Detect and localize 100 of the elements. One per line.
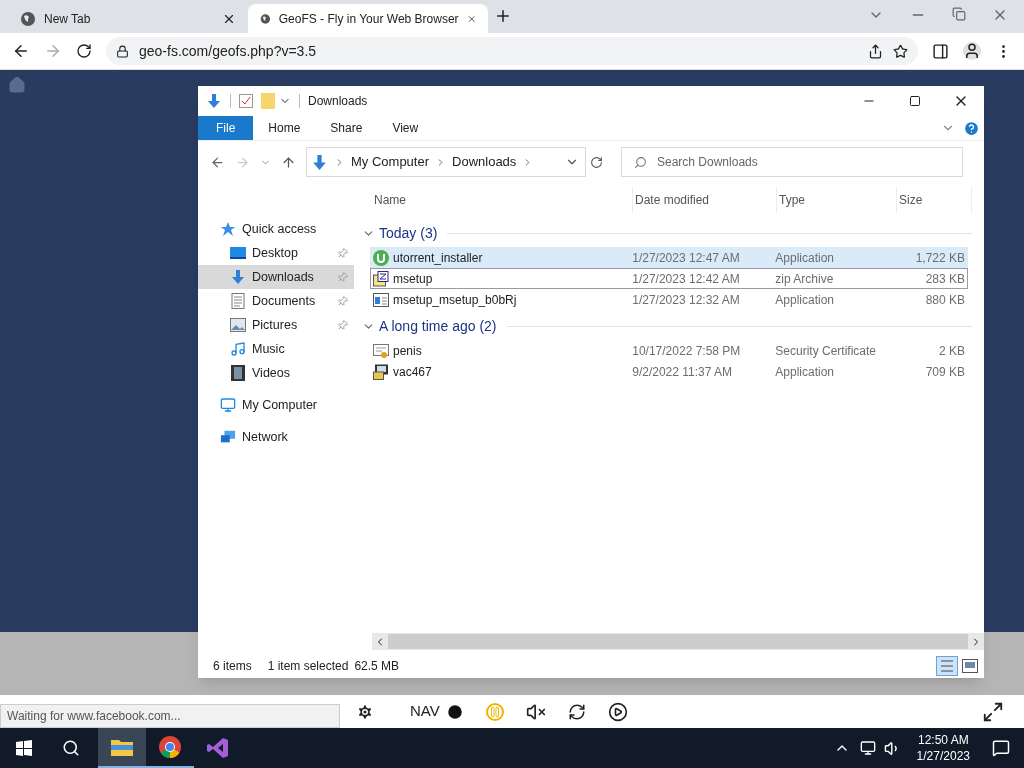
file-row[interactable]: utorrent_installer 1/27/2023 12:47 AM Application 1,722 KB <box>370 247 968 268</box>
clock-time[interactable]: 12:50 AM <box>917 732 969 748</box>
column-header[interactable]: Size <box>897 187 972 213</box>
navigation-item[interactable]: Documents <box>198 289 354 313</box>
clock-date[interactable]: 1/27/2023 <box>916 748 970 764</box>
chrome-logo-icon <box>158 735 182 759</box>
torrent-logo-icon <box>373 249 389 266</box>
item-count: 6 items <box>213 658 252 675</box>
restore-icon[interactable] <box>952 7 966 21</box>
size-cell-text: 283 KB <box>924 270 966 288</box>
browser-tab[interactable]: New Tab <box>8 4 248 33</box>
network-icon <box>220 429 236 445</box>
date-cell-text: 9/2/2022 11:37 AM <box>631 363 734 381</box>
breadcrumb[interactable]: My Computer <box>351 152 430 172</box>
search-field[interactable]: Search Downloads <box>621 147 963 177</box>
type-cell-text: Application <box>774 249 835 267</box>
navigation-item[interactable]: Pictures <box>198 313 354 337</box>
selection-count: 1 item selected <box>267 658 349 675</box>
file-row[interactable]: penis 10/17/2022 7:58 PM Security Certificate 2 KB <box>370 340 968 361</box>
archive-icon <box>373 270 389 287</box>
notifications-icon[interactable] <box>992 739 1010 757</box>
ribbon-tab[interactable]: Share <box>315 116 378 140</box>
properties-icon[interactable] <box>239 94 253 108</box>
desktop-icon <box>230 246 246 260</box>
music-note-icon <box>230 341 246 357</box>
date-cell-text: 1/27/2023 12:47 AM <box>631 249 741 267</box>
file-row[interactable]: msetup_msetup_b0bRj 1/27/2023 12:32 AM Application 880 KB <box>370 289 968 310</box>
maximize-icon <box>909 95 921 107</box>
date-cell-text: 10/17/2022 7:58 PM <box>631 342 742 360</box>
url-text: geo-fs.com/geofs.php?v=3.5 <box>139 41 318 61</box>
download-arrow-icon <box>311 153 328 171</box>
size-cell-text: 1,722 KB <box>914 249 966 267</box>
windows-logo-icon[interactable] <box>16 740 32 756</box>
ribbon-tab[interactable]: File <box>198 116 254 140</box>
navigation-item[interactable]: Music <box>198 337 354 361</box>
up-icon[interactable] <box>281 154 296 170</box>
visual-studio-icon[interactable] <box>206 736 230 760</box>
play-icon[interactable] <box>607 701 628 722</box>
settings-icon[interactable] <box>356 702 374 721</box>
navigation-item[interactable]: Quick access <box>198 217 354 241</box>
address-field[interactable]: My Computer Downloads <box>306 147 586 177</box>
breadcrumb[interactable]: Downloads <box>452 152 517 172</box>
bookmark-star-icon[interactable] <box>893 43 908 59</box>
refresh-icon[interactable] <box>590 155 603 169</box>
ribbon-tab[interactable]: Home <box>253 116 316 140</box>
navigation-item[interactable]: Desktop <box>198 241 354 265</box>
column-header[interactable]: Date modified <box>633 187 777 213</box>
help-icon[interactable] <box>963 119 980 137</box>
navigation-item[interactable]: My Computer <box>198 393 354 417</box>
navigation-item[interactable]: Network <box>198 425 354 449</box>
film-icon <box>231 365 245 381</box>
new-tab-icon[interactable] <box>494 7 512 25</box>
profile-icon[interactable] <box>963 42 981 60</box>
group-header[interactable]: A long time ago (2) <box>379 315 497 337</box>
selection-size: 62.5 MB <box>354 658 400 675</box>
side-panel-icon[interactable] <box>932 42 949 60</box>
size-cell-text: 709 KB <box>924 363 966 381</box>
search-input[interactable]: Search Downloads <box>657 153 962 171</box>
navigation-item[interactable]: Videos <box>198 361 354 385</box>
type-cell-text: Application <box>774 291 835 309</box>
column-header[interactable]: Type <box>777 187 897 213</box>
nav-label[interactable]: NAV <box>410 700 440 723</box>
type-cell-text: Security Certificate <box>774 342 877 360</box>
browser-tab[interactable]: GeoFS - Fly in Your Web Browser <box>248 4 488 33</box>
mute-icon[interactable] <box>525 701 546 722</box>
document-icon <box>231 293 245 309</box>
file-name: msetup <box>393 270 433 288</box>
network-status-icon[interactable] <box>859 740 876 756</box>
date-cell-text: 1/27/2023 12:42 AM <box>631 270 741 288</box>
search-icon <box>634 155 647 169</box>
file-row[interactable]: vac467 9/2/2022 11:37 AM Application 709 KB <box>370 361 968 382</box>
horizontal-scrollbar[interactable] <box>372 633 984 650</box>
size-cell-text: 2 KB <box>938 342 966 360</box>
tab-title: New Tab <box>44 10 92 28</box>
folder-icon <box>111 738 133 756</box>
file-name: penis <box>393 342 422 360</box>
address-field[interactable]: geo-fs.com/geofs.php?v=3.5 <box>106 37 918 65</box>
ribbon-tab[interactable]: View <box>377 116 434 140</box>
lock-icon <box>116 44 129 58</box>
large-icons-view-icon[interactable] <box>962 659 978 673</box>
application-window-icon <box>373 292 389 307</box>
fullscreen-icon[interactable] <box>982 700 1004 723</box>
reload-icon[interactable] <box>76 43 92 59</box>
file-name: utorrent_installer <box>393 249 483 267</box>
column-header[interactable]: Name <box>372 187 633 213</box>
back-icon[interactable] <box>12 42 30 60</box>
type-cell-text: Application <box>774 363 835 381</box>
search-icon[interactable] <box>62 739 80 757</box>
loading-status: Waiting for www.facebook.com... <box>0 704 340 728</box>
taskbar-button[interactable] <box>98 728 146 768</box>
chrome-logo-icon <box>20 10 36 27</box>
group-header[interactable]: Today (3) <box>379 222 438 244</box>
share-icon[interactable] <box>868 43 883 59</box>
file-name: msetup_msetup_b0bRj <box>393 291 517 309</box>
file-row[interactable]: msetup 1/27/2023 12:42 AM zip Archive 283 KB <box>370 268 968 289</box>
date-cell-text: 1/27/2023 12:32 AM <box>631 291 741 309</box>
refresh-icon[interactable] <box>567 702 586 721</box>
navigation-item[interactable]: Downloads <box>198 265 354 289</box>
file-name: vac467 <box>393 363 432 381</box>
star-icon <box>220 221 236 237</box>
